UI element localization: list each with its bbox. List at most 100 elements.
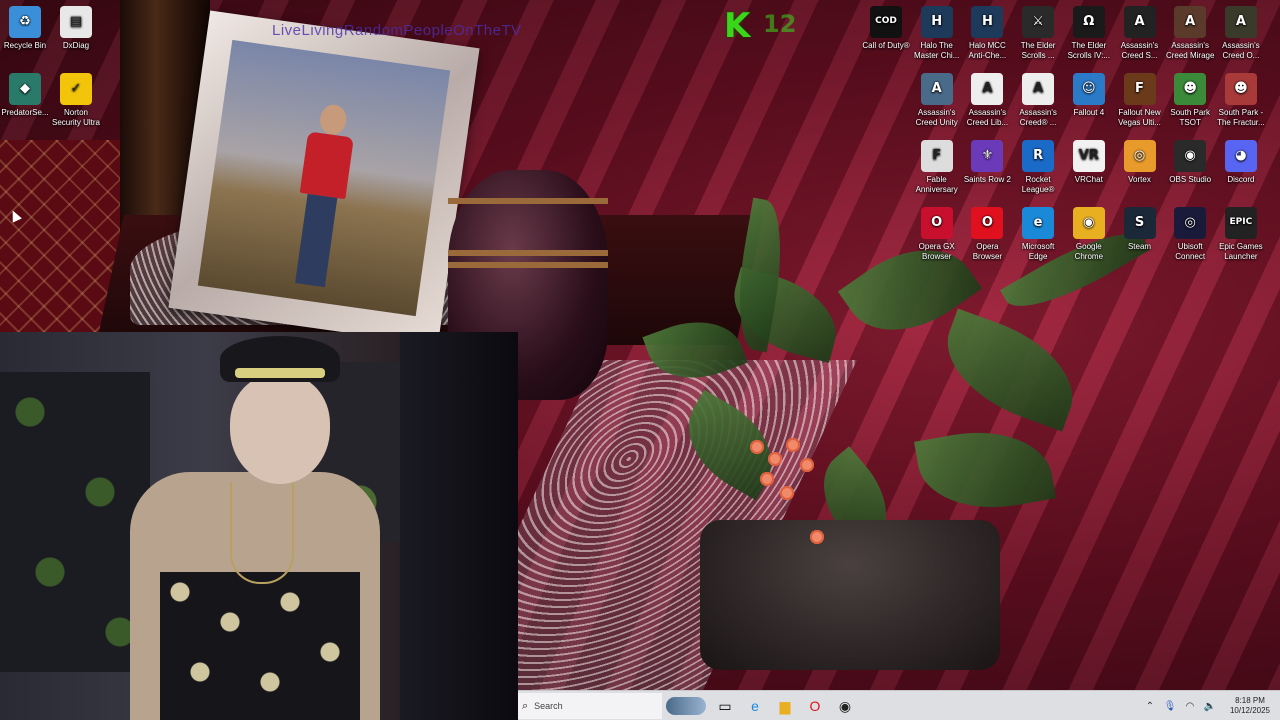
- desktop-shortcut[interactable]: H Halo MCC Anti-Che...: [962, 6, 1012, 60]
- desktop-shortcut-label: The Elder Scrolls IV:...: [1067, 41, 1110, 60]
- edge-icon[interactable]: e: [740, 691, 770, 720]
- saints-row-icon: ⚜: [971, 140, 1004, 172]
- desktop-shortcut-label: Ubisoft Connect: [1175, 242, 1206, 261]
- halo-anticheat-icon: H: [971, 6, 1004, 38]
- desktop-shortcut[interactable]: ◉ Google Chrome: [1064, 207, 1114, 261]
- desktop-shortcut[interactable]: A Assassin's Creed Unity: [912, 73, 962, 127]
- kick-viewer-count: 12: [763, 10, 797, 38]
- desktop-shortcut-label: Recycle Bin: [3, 41, 47, 50]
- ac-mirage-icon: A: [1174, 6, 1207, 38]
- desktop-shortcut[interactable]: F Fable Anniversary: [912, 140, 962, 194]
- desktop-shortcut[interactable]: ⚔ The Elder Scrolls ...: [1013, 6, 1063, 60]
- desktop-shortcut[interactable]: Ω The Elder Scrolls IV:...: [1064, 6, 1114, 60]
- desktop-shortcut[interactable]: S Steam: [1115, 207, 1165, 252]
- desktop-shortcut[interactable]: O Opera GX Browser: [912, 207, 962, 261]
- desktop-shortcut[interactable]: ▤ DxDiag: [51, 6, 101, 51]
- system-tray: ⌃ 🎙 ◠ 🔈 8:18 PM 10/12/2025: [1140, 691, 1280, 720]
- fable-icon: F: [920, 140, 953, 172]
- south-park-tsot-icon: ☻: [1174, 73, 1207, 105]
- clock-time: 8:18 PM: [1235, 696, 1265, 705]
- taskbar: ⌕ Search ▭ e ▆ O ◉ ⌃ 🎙 ◠ 🔈 8:18 PM 10/12/202…: [518, 690, 1280, 720]
- desktop-shortcut[interactable]: R Rocket League®: [1013, 140, 1063, 194]
- desktop-shortcut[interactable]: A Assassin's Creed® ...: [1013, 73, 1063, 127]
- obs-icon[interactable]: ◉: [830, 691, 860, 720]
- desktop-shortcut[interactable]: COD Call of Duty®: [861, 6, 911, 51]
- ac-unity-icon: A: [920, 73, 953, 105]
- desktop-shortcut-label: Discord: [1227, 175, 1255, 184]
- ac-brotherhood-icon: A: [1022, 73, 1055, 105]
- desktop-shortcut-label: PredatorSe...: [1, 108, 49, 117]
- call-of-duty-icon: COD: [870, 6, 902, 38]
- wifi-icon[interactable]: ◠: [1180, 701, 1200, 712]
- webcam-overlay: [0, 332, 518, 720]
- desktop-shortcut[interactable]: F Fallout New Vegas Ulti...: [1115, 73, 1165, 127]
- desktop-shortcut[interactable]: A Assassin's Creed O...: [1216, 6, 1266, 60]
- volume-icon[interactable]: 🔈: [1200, 701, 1220, 712]
- desktop-shortcut[interactable]: ♻ Recycle Bin: [0, 6, 50, 51]
- desktop-shortcut-label: Fable Anniversary: [915, 175, 958, 194]
- desktop-shortcut[interactable]: ◉ OBS Studio: [1165, 140, 1215, 185]
- desktop-shortcut[interactable]: ☻ South Park - The Fractur...: [1216, 73, 1266, 127]
- desktop-shortcut-label: Epic Games Launcher: [1219, 242, 1263, 261]
- desktop-shortcut[interactable]: e Microsoft Edge: [1013, 207, 1063, 261]
- wallpaper-photo-frame: [168, 10, 480, 346]
- norton-icon: ✓: [60, 73, 92, 105]
- task-view-icon[interactable]: ▭: [710, 691, 740, 720]
- desktop-shortcut-label: South Park - The Fractur...: [1217, 108, 1265, 127]
- desktop-shortcut[interactable]: H Halo The Master Chi...: [912, 6, 962, 60]
- desktop-shortcut[interactable]: ◕ Discord: [1216, 140, 1266, 185]
- desktop-shortcut-label: VRChat: [1074, 175, 1103, 184]
- taskbar-clock[interactable]: 8:18 PM 10/12/2025: [1220, 696, 1280, 716]
- chrome-icon: ◉: [1072, 207, 1105, 239]
- desktop-shortcut-label: Steam: [1127, 242, 1152, 251]
- oblivion-icon: Ω: [1072, 6, 1105, 38]
- ubisoft-icon: ◎: [1174, 207, 1207, 239]
- desktop-shortcut[interactable]: A Assassin's Creed Lib...: [962, 73, 1012, 127]
- desktop-shortcut[interactable]: ◎ Vortex: [1115, 140, 1165, 185]
- desktop-shortcut[interactable]: VR VRChat: [1064, 140, 1114, 185]
- desktop-shortcut[interactable]: O Opera Browser: [962, 207, 1012, 261]
- desktop-shortcut[interactable]: EPIC Epic Games Launcher: [1216, 207, 1266, 261]
- desktop-shortcut-label: Halo The Master Chi...: [914, 41, 960, 60]
- desktop-shortcut-label: Google Chrome: [1074, 242, 1104, 261]
- desktop-shortcut-label: Call of Duty®: [862, 41, 910, 50]
- stream-username-overlay: LiveLivingRandomPeopleOnTheTV: [272, 22, 522, 39]
- taskbar-search-box[interactable]: ⌕ Search: [518, 693, 662, 719]
- desktop-shortcut-label: OBS Studio: [1169, 175, 1212, 184]
- desktop-shortcut-label: Opera GX Browser: [918, 242, 955, 261]
- desktop-shortcut-label: Opera Browser: [972, 242, 1003, 261]
- desktop-shortcut[interactable]: ✓ Norton Security Ultra: [51, 73, 101, 127]
- desktop-shortcut[interactable]: ⚜ Saints Row 2: [962, 140, 1012, 185]
- webcam-streamer: [130, 332, 390, 720]
- steam-icon: S: [1123, 207, 1156, 239]
- chevron-up-icon[interactable]: ⌃: [1140, 701, 1160, 712]
- edge-icon: e: [1022, 207, 1055, 239]
- microphone-icon[interactable]: 🎙: [1160, 701, 1180, 712]
- desktop-shortcut[interactable]: ◎ Ubisoft Connect: [1165, 207, 1215, 261]
- desktop-shortcut[interactable]: ☺ Fallout 4: [1064, 73, 1114, 118]
- desktop-shortcut-label: Fallout New Vegas Ulti...: [1118, 108, 1161, 127]
- desktop-shortcut-label: Assassin's Creed® ...: [1019, 108, 1057, 127]
- search-placeholder: Search: [534, 701, 563, 711]
- desktop-shortcut[interactable]: A Assassin's Creed Mirage: [1165, 6, 1215, 60]
- file-explorer-icon[interactable]: ▆: [770, 691, 800, 720]
- wallpaper-plant: [620, 190, 1150, 670]
- desktop-shortcut[interactable]: ☻ South Park TSOT: [1165, 73, 1215, 127]
- opera-gx-icon: O: [920, 207, 953, 239]
- webcam-tapestry-left: [0, 372, 150, 672]
- desktop-shortcut-label: Assassin's Creed S...: [1120, 41, 1159, 60]
- epic-games-icon: EPIC: [1224, 207, 1257, 239]
- kick-logo-icon: K: [724, 6, 751, 46]
- opera-icon: O: [971, 207, 1004, 239]
- desktop-shortcut-label: Rocket League®: [1021, 175, 1055, 194]
- search-highlight-icon[interactable]: [666, 697, 706, 715]
- opera-icon[interactable]: O: [800, 691, 830, 720]
- fallout-nv-icon: F: [1123, 73, 1156, 105]
- wallpaper-plant-pot: [700, 520, 1000, 670]
- assassins-creed-icon: A: [1123, 6, 1156, 38]
- webcam-doorway: [400, 332, 518, 720]
- wallpaper-photo-person: [286, 102, 358, 297]
- desktop-shortcut[interactable]: ◆ PredatorSe...: [0, 73, 50, 118]
- desktop-shortcut-label: Assassin's Creed Unity: [915, 108, 958, 127]
- desktop-shortcut[interactable]: A Assassin's Creed S...: [1115, 6, 1165, 60]
